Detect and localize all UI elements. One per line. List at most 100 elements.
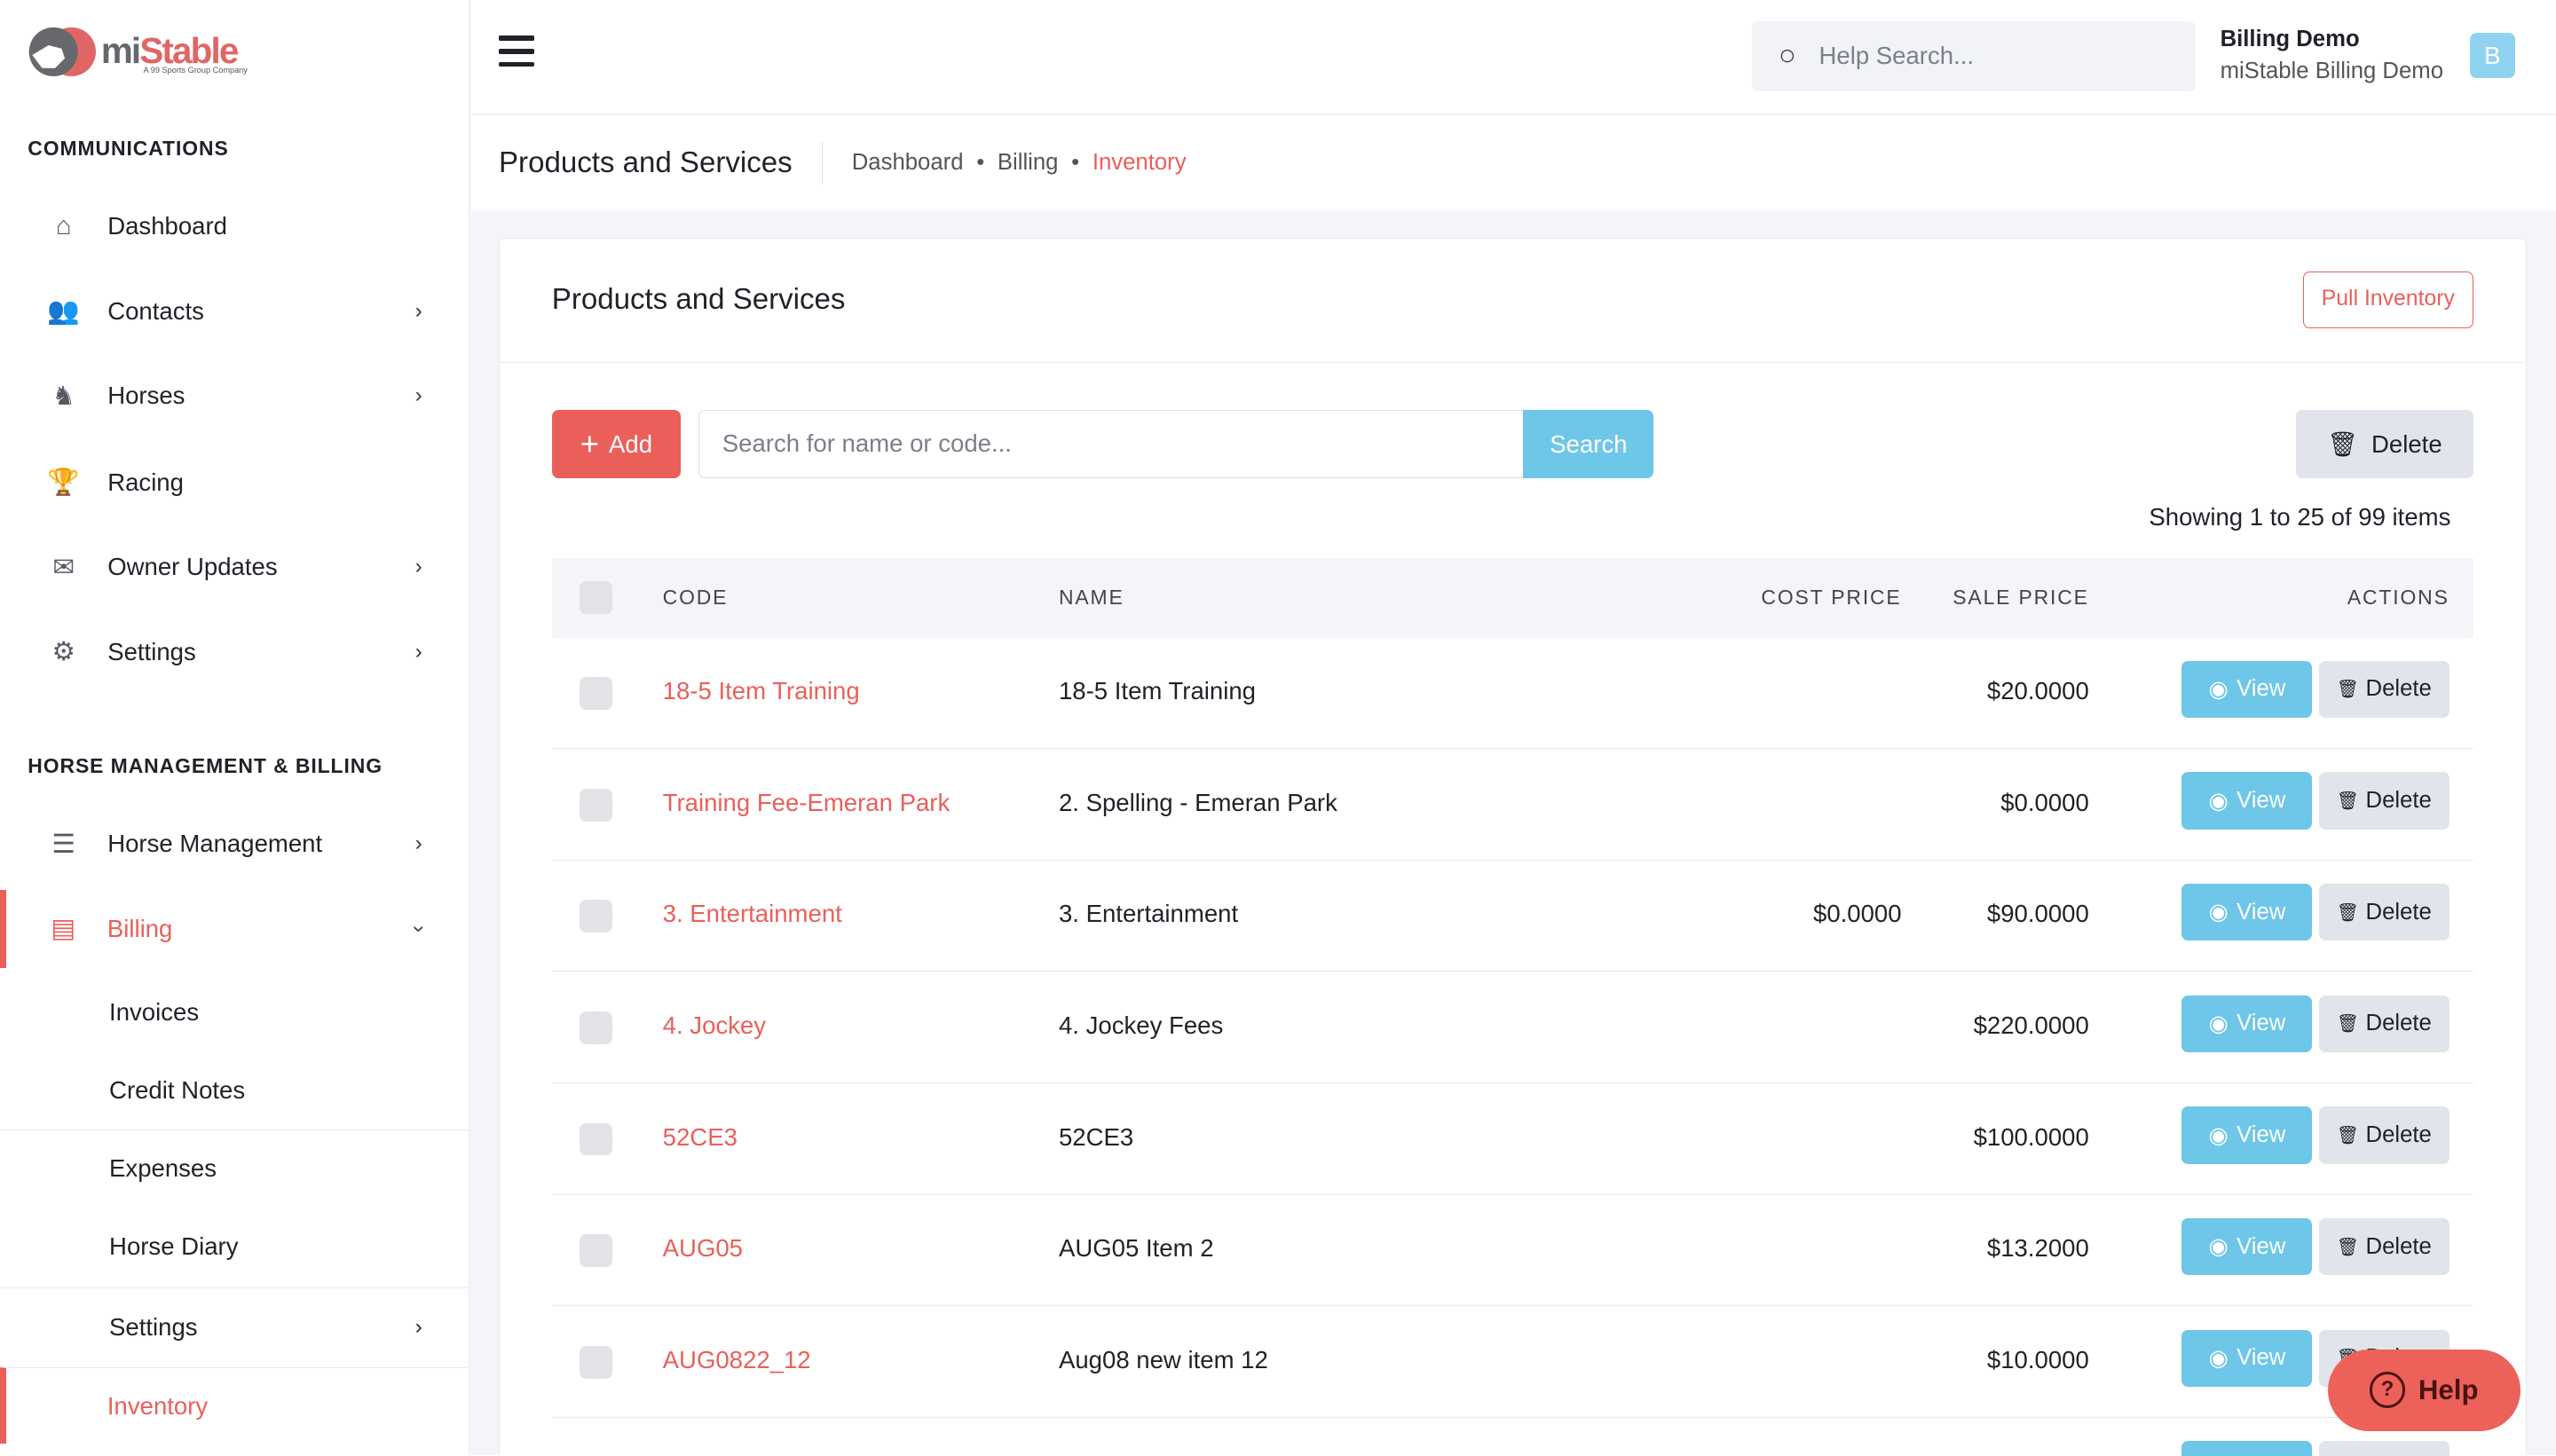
sidebar-sub-settings[interactable]: Settings › bbox=[0, 1287, 469, 1365]
delete-button[interactable]: 🗑Delete bbox=[2318, 660, 2450, 719]
sidebar-item-billing[interactable]: ▤ Billing › bbox=[0, 889, 468, 968]
avatar[interactable]: B bbox=[2469, 32, 2515, 79]
delete-label: Delete bbox=[2365, 788, 2432, 814]
eye-icon: ◉ bbox=[2208, 1345, 2229, 1371]
header-cost-price[interactable]: COST PRICE bbox=[1761, 586, 1901, 610]
pagination-info: Showing 1 to 25 of 99 items bbox=[2149, 502, 2451, 531]
sidebar-sub-invoices[interactable]: Invoices bbox=[0, 973, 468, 1051]
sidebar-item-label: Settings bbox=[107, 637, 196, 665]
table-row: AUG0822_12 Aug08 new item 12 $10.0000 ◉ V… bbox=[551, 1307, 2474, 1418]
row-checkbox[interactable] bbox=[580, 677, 612, 710]
header-sale-price[interactable]: SALE PRICE bbox=[1952, 586, 2089, 610]
delete-label: Delete bbox=[2365, 1011, 2432, 1036]
delete-label: Delete bbox=[2371, 429, 2442, 458]
sidebar-sub-horse-diary[interactable]: Horse Diary bbox=[0, 1208, 468, 1286]
sidebar-item-racing[interactable]: 🏆 Racing bbox=[0, 444, 468, 522]
row-checkbox[interactable] bbox=[580, 788, 612, 822]
page-header: Products and Services Dashboard • Billing •… bbox=[470, 115, 2556, 210]
item-name: 18-5 Item Training bbox=[1058, 677, 1257, 705]
header-name[interactable]: NAME bbox=[1059, 586, 1124, 610]
code-link[interactable]: Training Fee-Emeran Park bbox=[663, 789, 951, 817]
table-row: AUG05 AUG05 Item 2 $13.2000 ◉ View 🗑 Delet… bbox=[551, 1195, 2474, 1307]
section-horse-management-billing: HORSE MANAGEMENT & BILLING bbox=[28, 754, 383, 778]
row-checkbox[interactable] bbox=[580, 900, 612, 933]
sidebar-item-horse-management[interactable]: ☰ Horse Management › bbox=[0, 805, 468, 883]
sale-price: $20.0000 bbox=[1986, 677, 2089, 705]
view-button[interactable]: ◉ View bbox=[2181, 772, 2313, 830]
row-checkbox[interactable] bbox=[580, 1011, 612, 1044]
chevron-right-icon: › bbox=[414, 555, 422, 579]
table-row bbox=[552, 1419, 2473, 1456]
logo-text-mi: mi bbox=[100, 29, 141, 71]
sidebar-item-label: Owner Updates bbox=[107, 553, 278, 581]
sale-price: $10.0000 bbox=[1986, 1346, 2089, 1373]
sidebar-item-contacts[interactable]: 👥 Contacts › bbox=[0, 272, 468, 350]
delete-button[interactable]: 🗑Delete bbox=[2318, 884, 2450, 941]
row-checkbox[interactable] bbox=[580, 1346, 612, 1379]
view-button[interactable]: ◉ View bbox=[2181, 1218, 2313, 1276]
code-link[interactable]: AUG05 bbox=[663, 1234, 743, 1263]
sidebar-item-settings[interactable]: ⚙ Settings › bbox=[0, 613, 468, 691]
users-icon: 👥 bbox=[47, 295, 80, 326]
sidebar-item-dashboard[interactable]: ⌂ Dashboard bbox=[0, 187, 468, 265]
sidebar-item-label: Contacts bbox=[107, 296, 204, 325]
bulk-delete-button[interactable]: 🗑 Delete bbox=[2295, 410, 2474, 479]
select-all-checkbox[interactable] bbox=[580, 580, 612, 614]
view-button[interactable]: ◉ View bbox=[2181, 660, 2313, 719]
horse-icon: ♞ bbox=[51, 381, 75, 411]
sidebar-sub-expenses[interactable]: Expenses bbox=[0, 1129, 469, 1208]
header-code[interactable]: CODE bbox=[663, 586, 729, 610]
chevron-right-icon: › bbox=[414, 383, 422, 408]
logo-tagline: A 99 Sports Group Company bbox=[143, 65, 248, 75]
delete-button[interactable]: 🗑Delete bbox=[2318, 1218, 2450, 1276]
pull-inventory-button[interactable]: Pull Inventory bbox=[2302, 271, 2474, 329]
help-search-input[interactable]: ○ Help Search... bbox=[1752, 20, 2197, 91]
chevron-right-icon: › bbox=[414, 831, 422, 856]
delete-button[interactable]: 🗑Delete bbox=[2318, 995, 2450, 1053]
view-label: View bbox=[2236, 1345, 2286, 1371]
sidebar-item-horses[interactable]: ♞ Horses › bbox=[0, 357, 468, 435]
code-link[interactable]: 52CE3 bbox=[663, 1123, 738, 1152]
delete-label: Delete bbox=[2365, 1122, 2432, 1147]
sidebar-item-label: Dashboard bbox=[107, 212, 227, 240]
eye-icon: ◉ bbox=[2208, 900, 2229, 925]
delete-button[interactable]: 🗑Delete bbox=[2318, 1106, 2450, 1164]
sidebar-item-label: Racing bbox=[107, 468, 184, 496]
card-title: Products and Services bbox=[500, 239, 2526, 363]
trash-icon: 🗑 bbox=[2336, 1014, 2360, 1035]
hamburger-menu-icon[interactable] bbox=[499, 35, 535, 71]
chevron-right-icon: › bbox=[414, 298, 422, 323]
sidebar-sub-credit-notes[interactable]: Credit Notes bbox=[0, 1051, 468, 1129]
sidebar-item-owner-updates[interactable]: ✉ Owner Updates › bbox=[0, 528, 468, 606]
view-button[interactable]: ◉ View bbox=[2181, 1106, 2313, 1164]
topbar: ○ Help Search... Billing Demo miStable Bil… bbox=[470, 0, 2556, 114]
delete-button[interactable] bbox=[2318, 1441, 2450, 1456]
search-input[interactable]: Search for name or code... bbox=[698, 410, 1526, 479]
logo[interactable]: miStable A 99 Sports Group Company bbox=[26, 26, 248, 78]
sidebar-sub-inventory[interactable]: Inventory bbox=[0, 1366, 469, 1444]
delete-button[interactable]: 🗑Delete bbox=[2318, 772, 2450, 830]
eye-icon: ◉ bbox=[2208, 788, 2229, 814]
code-link[interactable]: 3. Entertainment bbox=[663, 900, 842, 928]
code-link[interactable]: AUG0822_12 bbox=[663, 1346, 811, 1374]
home-icon: ⌂ bbox=[55, 211, 72, 241]
view-button[interactable]: ◉ View bbox=[2181, 995, 2313, 1053]
search-button[interactable]: Search bbox=[1523, 410, 1654, 479]
eye-icon: ◉ bbox=[2208, 1011, 2229, 1036]
user-name: Billing Demo bbox=[2220, 26, 2360, 51]
row-checkbox[interactable] bbox=[580, 1122, 612, 1156]
cost-price: $0.0000 bbox=[1813, 900, 1902, 928]
chevron-down-icon: › bbox=[406, 925, 431, 933]
add-button[interactable]: + Add bbox=[551, 410, 681, 479]
chevron-right-icon: › bbox=[414, 639, 422, 664]
breadcrumb-billing[interactable]: Billing bbox=[998, 150, 1059, 175]
code-link[interactable]: 4. Jockey bbox=[663, 1011, 766, 1040]
view-button[interactable]: ◉ View bbox=[2181, 1329, 2313, 1387]
view-button[interactable] bbox=[2181, 1441, 2313, 1456]
code-link[interactable]: 18-5 Item Training bbox=[663, 677, 860, 705]
breadcrumb-dashboard[interactable]: Dashboard bbox=[852, 150, 964, 175]
view-button[interactable]: ◉ View bbox=[2181, 884, 2313, 941]
row-checkbox[interactable] bbox=[580, 1234, 612, 1268]
user-menu[interactable]: Billing Demo miStable Billing Demo bbox=[2221, 23, 2443, 88]
help-button[interactable]: ? Help bbox=[2327, 1349, 2520, 1431]
